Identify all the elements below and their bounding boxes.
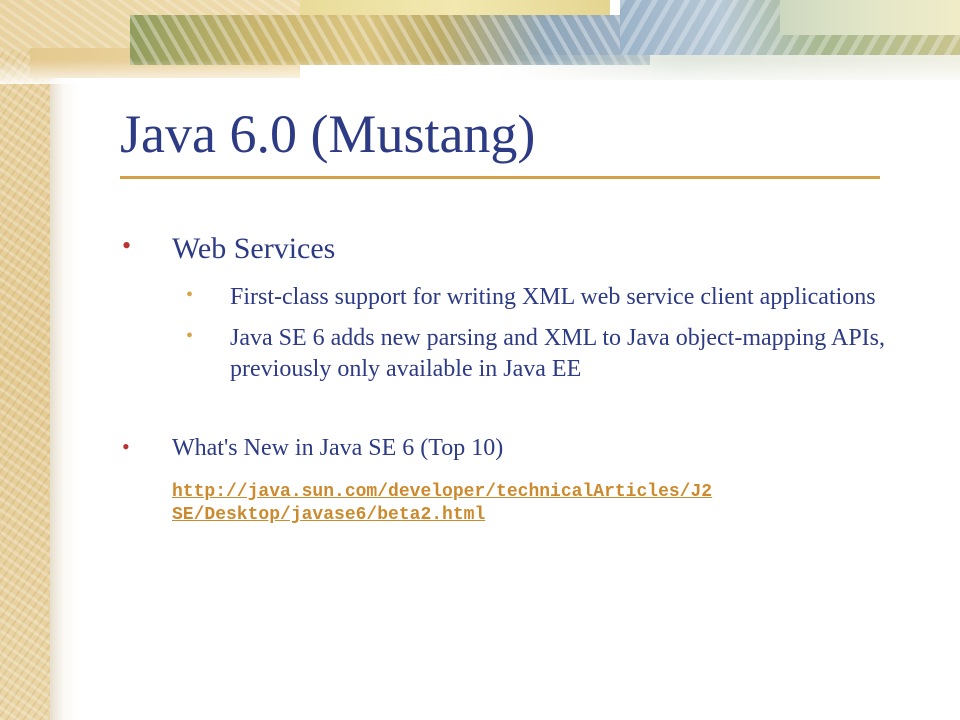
sub-bullet-dot-icon: • bbox=[186, 283, 194, 306]
bullet-dot-icon: • bbox=[122, 434, 130, 460]
bullet-text: Web Services bbox=[172, 232, 336, 265]
sub-bullet-text: Java SE 6 adds new parsing and XML to Ja… bbox=[230, 324, 885, 382]
bullet-dot-icon: • bbox=[122, 231, 132, 260]
sub-bullet-parsing-apis: • Java SE 6 adds new parsing and XML to … bbox=[120, 323, 920, 385]
bullet-section-whats-new: • What's New in Java SE 6 (Top 10) http:… bbox=[120, 433, 920, 528]
left-strip-shadow bbox=[50, 0, 80, 720]
slide-content: • Web Services • First-class support for… bbox=[120, 230, 920, 528]
sub-bullet-dot-icon: • bbox=[186, 324, 194, 347]
banner-fade bbox=[0, 60, 960, 84]
bullet-web-services: • Web Services bbox=[120, 230, 920, 268]
title-underline-rule bbox=[120, 176, 880, 179]
left-decorative-strip bbox=[0, 0, 50, 720]
top-decorative-banner bbox=[0, 0, 960, 84]
slide: Java 6.0 (Mustang) • Web Services • Firs… bbox=[0, 0, 960, 720]
sub-bullet-first-class-support: • First-class support for writing XML we… bbox=[120, 282, 920, 313]
bullet-whats-new: • What's New in Java SE 6 (Top 10) bbox=[120, 433, 920, 463]
bullet-section-web-services: • Web Services • First-class support for… bbox=[120, 230, 920, 385]
sub-bullet-text: First-class support for writing XML web … bbox=[230, 283, 876, 310]
slide-title: Java 6.0 (Mustang) bbox=[120, 104, 536, 164]
bullet-text: What's New in Java SE 6 (Top 10) bbox=[172, 435, 504, 462]
banner-texture bbox=[780, 0, 960, 35]
article-link[interactable]: http://java.sun.com/developer/technicalA… bbox=[172, 481, 717, 528]
